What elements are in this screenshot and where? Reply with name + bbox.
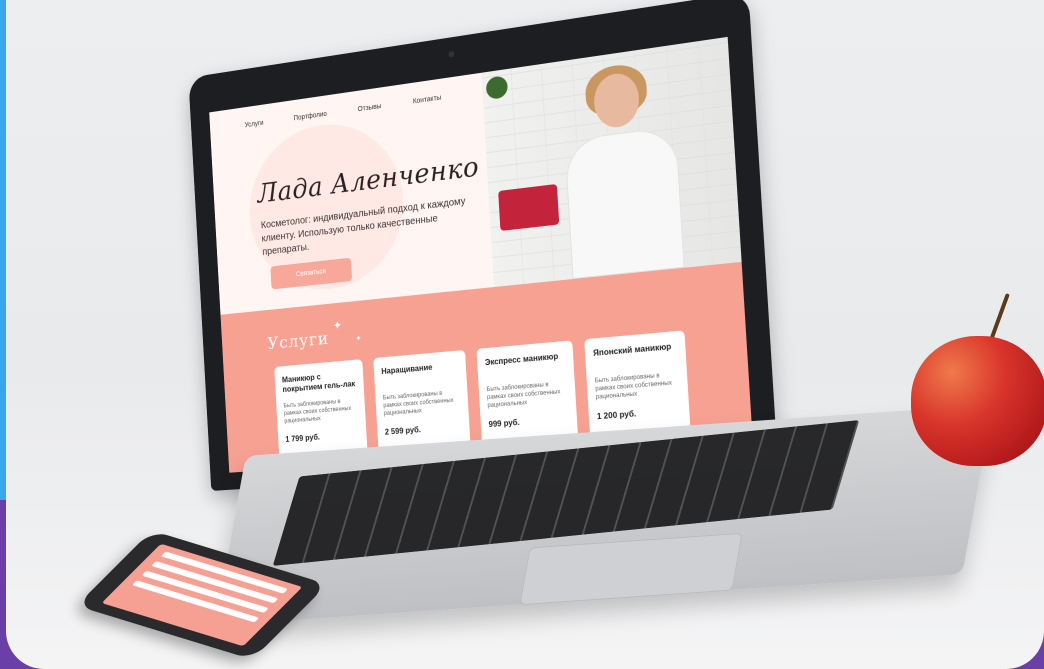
nav-item-contacts[interactable]: Контакты — [413, 95, 443, 128]
service-desc: Быть заблокированы в рамках своих собств… — [283, 399, 352, 425]
shelf-image — [498, 183, 560, 232]
service-price: 1 799 руб. — [285, 432, 321, 444]
product-photo: Услуги Портфолио Отзывы Контакты Лада Ал… — [6, 0, 1044, 669]
service-name: Маникюр с покрытием гель-лак — [281, 372, 356, 395]
nav-item-reviews[interactable]: Отзывы — [358, 103, 383, 135]
sparkle-icon: ✦ — [332, 318, 343, 333]
service-desc: Быть заблокированы в рамках своих собств… — [486, 382, 561, 410]
nav-item-portfolio[interactable]: Портфолио — [293, 111, 328, 144]
hero-photo — [481, 36, 742, 288]
service-price: 1 200 руб. — [596, 409, 637, 422]
laptop-screen: Услуги Портфолио Отзывы Контакты Лада Ал… — [209, 36, 753, 473]
service-price: 999 руб. — [488, 417, 520, 430]
service-name: Японский маникюр — [592, 341, 672, 358]
person-body — [564, 125, 685, 280]
sparkle-icon: ✦ — [355, 333, 362, 344]
service-desc: Быть заблокированы в рамках своих собств… — [382, 390, 454, 418]
camera-icon — [448, 50, 455, 58]
service-name: Наращивание — [381, 362, 433, 377]
apple-image — [911, 336, 1044, 466]
services-title: Услуги — [267, 329, 330, 355]
laptop-lid: Услуги Портфолио Отзывы Контакты Лада Ал… — [188, 0, 778, 491]
service-name: Экспресс маникюр — [484, 351, 559, 368]
hero-section: Услуги Портфолио Отзывы Контакты Лада Ал… — [209, 72, 495, 315]
nav-item-services[interactable]: Услуги — [245, 120, 265, 151]
service-price: 2 599 руб. — [384, 425, 422, 437]
service-desc: Быть заблокированы в рамках своих собств… — [594, 373, 673, 401]
